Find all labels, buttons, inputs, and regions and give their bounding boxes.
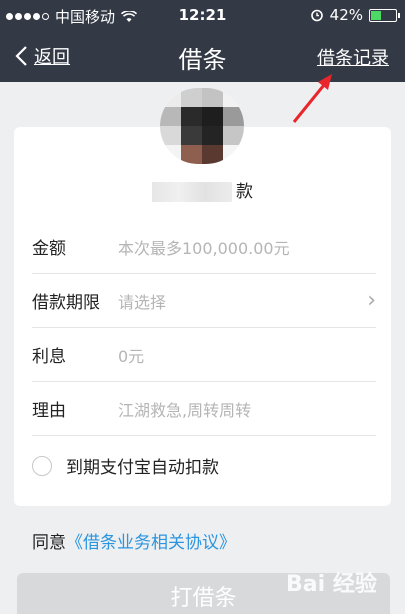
loan-term-label: 借款期限 [32,293,100,313]
agreement-line: 同意《借条业务相关协议》 [32,528,236,553]
nav-bar: 返回 借条 借条记录 [0,30,405,82]
blurred-name [152,182,232,202]
amount-label: 金额 [32,239,66,259]
amount-input[interactable]: 本次最多100,000.00元 [118,235,376,259]
battery-icon [369,8,400,22]
battery-percent: 42% [329,6,363,24]
loan-record-link[interactable]: 借条记录 [317,44,389,70]
watermark-logo: Bai 经验 [286,572,377,597]
annotation-arrow-icon [292,74,332,123]
auto-pay-option[interactable]: 到期支付宝自动扣款 [32,453,219,478]
recipient-name: 款 [14,177,391,202]
interest-input[interactable]: 0元 [118,343,376,367]
chevron-right-icon: › [367,288,376,313]
interest-row[interactable]: 利息 0元 [32,328,376,382]
recipient-name-suffix: 款 [236,182,253,202]
loan-term-select[interactable]: 请选择 [118,289,367,313]
alarm-icon [310,9,323,22]
reason-label: 理由 [32,401,66,421]
status-bar: 中国移动 12:21 42% [0,0,405,30]
battery-level [371,10,382,20]
auto-pay-label: 到期支付宝自动扣款 [66,458,219,478]
agreement-prefix: 同意 [32,533,66,553]
interest-label: 利息 [32,347,66,367]
reason-input[interactable]: 江湖救急,周转周转 [118,397,376,421]
status-right: 42% [310,6,400,24]
amount-row[interactable]: 金额 本次最多100,000.00元 [32,220,376,274]
avatar [160,88,244,164]
reason-row[interactable]: 理由 江湖救急,周转周转 [32,382,376,436]
auto-pay-radio[interactable] [32,455,52,476]
agreement-link[interactable]: 《借条业务相关协议》 [66,533,236,553]
loan-form-card: 款 金额 本次最多100,000.00元 借款期限 请选择 › 利息 0元 理由… [14,127,391,506]
loan-term-row[interactable]: 借款期限 请选择 › [32,274,376,328]
